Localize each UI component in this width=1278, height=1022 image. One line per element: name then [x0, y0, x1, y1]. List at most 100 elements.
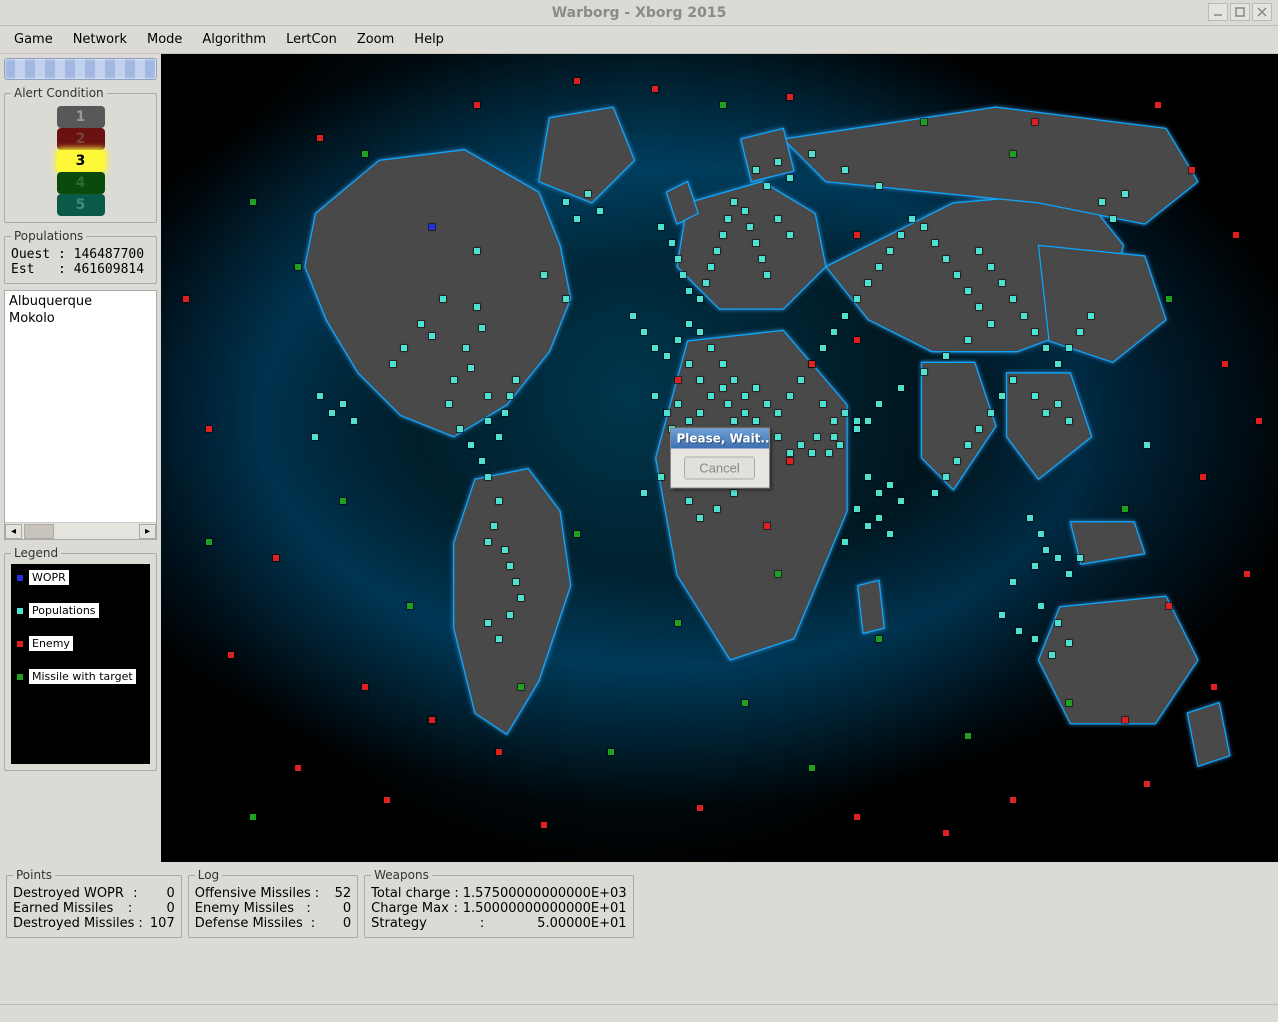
map-dot-teal	[876, 515, 882, 521]
stat-row: Strategy:5.00000E+01	[371, 916, 626, 931]
scroll-left-icon[interactable]: ◂	[5, 524, 22, 539]
map-dot-teal	[876, 401, 882, 407]
scroll-thumb[interactable]	[24, 524, 54, 539]
map-dot-teal	[988, 264, 994, 270]
menu-bar: GameNetworkModeAlgorithmLertConZoomHelp	[0, 26, 1278, 54]
stat-row: Earned Missiles:0	[13, 901, 175, 916]
map-dot-teal	[753, 167, 759, 173]
map-dot-teal	[1038, 603, 1044, 609]
map-dot-teal	[1043, 345, 1049, 351]
map-dot-teal	[1027, 515, 1033, 521]
map-dot-teal	[664, 410, 670, 416]
points-legend: Points	[13, 868, 55, 882]
map-dot-teal	[697, 377, 703, 383]
map-dot-green	[407, 603, 413, 609]
city-listbox[interactable]: AlbuquerqueMokolo ◂ ▸	[4, 290, 157, 540]
map-dot-teal	[999, 280, 1005, 286]
list-item[interactable]: Mokolo	[7, 310, 154, 327]
wait-dialog-title: Please, Wait...	[671, 429, 769, 449]
map-dot-teal	[563, 199, 569, 205]
map-dot-teal	[507, 612, 513, 618]
map-dot-red	[295, 765, 301, 771]
menu-zoom[interactable]: Zoom	[349, 28, 402, 51]
map-dot-teal	[401, 345, 407, 351]
map-viewport[interactable]: Please, Wait... Cancel	[161, 54, 1278, 862]
map-dot-teal	[513, 579, 519, 585]
list-item[interactable]: Albuquerque	[7, 293, 154, 310]
map-dot-teal	[999, 612, 1005, 618]
map-dot-teal	[742, 393, 748, 399]
stat-value: 107	[147, 916, 175, 931]
map-dot-red	[1244, 571, 1250, 577]
population-west: Ouest : 146487700	[11, 247, 150, 262]
map-dot-teal	[502, 410, 508, 416]
map-dot-teal	[1032, 329, 1038, 335]
legend-panel: Legend WOPRPopulationsEnemyMissile with …	[4, 546, 157, 771]
map-dot-teal	[340, 401, 346, 407]
map-dot-teal	[876, 264, 882, 270]
menu-network[interactable]: Network	[65, 28, 135, 51]
map-dot-teal	[826, 450, 832, 456]
listbox-hscrollbar[interactable]: ◂ ▸	[5, 522, 156, 539]
menu-mode[interactable]: Mode	[139, 28, 190, 51]
menu-game[interactable]: Game	[6, 28, 61, 51]
map-dot-red	[787, 94, 793, 100]
minimize-icon[interactable]	[1208, 3, 1228, 21]
map-dot-red	[1200, 474, 1206, 480]
map-dot-red	[764, 523, 770, 529]
map-dot-teal	[463, 345, 469, 351]
map-dot-teal	[1038, 531, 1044, 537]
menu-lertcon[interactable]: LertCon	[278, 28, 345, 51]
map-dot-teal	[597, 208, 603, 214]
map-dot-teal	[485, 474, 491, 480]
map-dot-teal	[1077, 329, 1083, 335]
close-icon[interactable]	[1252, 3, 1272, 21]
map-dot-teal	[708, 393, 714, 399]
map-dot-teal	[759, 256, 765, 262]
map-dot-teal	[1110, 216, 1116, 222]
map-dot-red	[474, 102, 480, 108]
map-dot-teal	[1066, 345, 1072, 351]
legend-panel-legend: Legend	[11, 546, 61, 560]
map-dot-teal	[775, 434, 781, 440]
stat-value: 0	[323, 916, 351, 931]
maximize-icon[interactable]	[1230, 3, 1250, 21]
map-dot-teal	[1088, 313, 1094, 319]
map-dot-green	[340, 498, 346, 504]
map-dot-teal	[686, 321, 692, 327]
map-dot-teal	[474, 304, 480, 310]
cancel-button[interactable]: Cancel	[684, 457, 754, 480]
menu-help[interactable]: Help	[406, 28, 452, 51]
stat-colon: :	[480, 916, 484, 931]
map-dot-teal	[630, 313, 636, 319]
stat-row: Total charge:1.57500000000000E+03	[371, 886, 626, 901]
map-dot-teal	[641, 490, 647, 496]
menu-algorithm[interactable]: Algorithm	[194, 28, 274, 51]
scroll-right-icon[interactable]: ▸	[139, 524, 156, 539]
alert-condition-legend: Alert Condition	[11, 86, 107, 100]
stat-value: 1.50000000000000E+01	[463, 901, 627, 916]
map-dot-teal	[976, 426, 982, 432]
map-dot-teal	[1010, 296, 1016, 302]
map-dot-teal	[317, 393, 323, 399]
map-dot-green	[250, 199, 256, 205]
map-dot-teal	[714, 248, 720, 254]
points-panel: Points Destroyed WOPR:0Earned Missiles:0…	[6, 868, 182, 938]
legend-dot-icon	[17, 674, 23, 680]
map-dot-teal	[954, 272, 960, 278]
map-dot-teal	[574, 216, 580, 222]
stat-value: 52	[323, 886, 351, 901]
map-dot-red	[1166, 603, 1172, 609]
legend-row: WOPR	[17, 570, 144, 585]
map-dot-red	[1122, 717, 1128, 723]
map-dot-teal	[429, 333, 435, 339]
map-dot-teal	[831, 418, 837, 424]
map-dot-green	[574, 531, 580, 537]
map-dot-teal	[887, 248, 893, 254]
alert-level-2: 2	[57, 128, 105, 150]
map-dot-teal	[720, 232, 726, 238]
map-dot-teal	[664, 353, 670, 359]
map-dot-green	[965, 733, 971, 739]
city-list-items[interactable]: AlbuquerqueMokolo	[5, 291, 156, 522]
stat-row: Defense Missiles:0	[195, 916, 351, 931]
